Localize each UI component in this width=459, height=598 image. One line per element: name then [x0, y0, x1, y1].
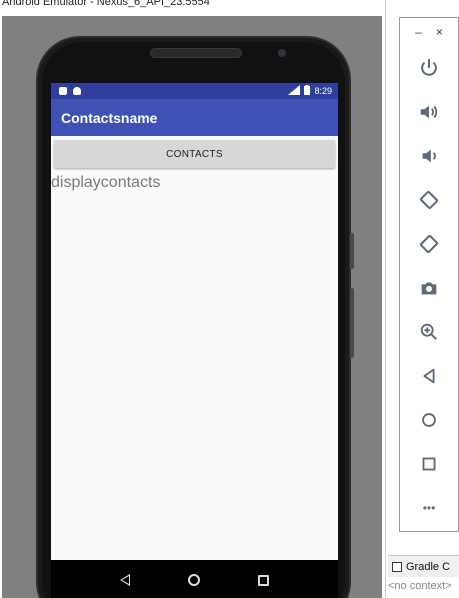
device-screen: 8:29 Contactsname CONTACTS displaycontac…: [51, 83, 338, 560]
app-bar: Contactsname: [51, 99, 338, 136]
rotate-left-icon[interactable]: [409, 178, 449, 222]
home-icon[interactable]: [409, 398, 449, 442]
tool-panel-header: – ×: [400, 18, 458, 46]
back-icon[interactable]: [409, 354, 449, 398]
overview-icon[interactable]: [409, 442, 449, 486]
emulator-window: Android Emulator - Nexus_6_API_23:5554 8…: [0, 0, 386, 598]
contacts-button[interactable]: CONTACTS: [54, 140, 335, 168]
notification-sd-icon: [59, 87, 67, 95]
emulator-tool-panel: – × •••: [399, 17, 459, 532]
phone-volume-button: [350, 288, 354, 358]
nav-back-icon[interactable]: [120, 574, 130, 586]
power-icon[interactable]: [409, 46, 449, 90]
notification-android-icon: [73, 87, 81, 95]
more-icon[interactable]: •••: [409, 486, 449, 530]
volume-down-icon[interactable]: [409, 134, 449, 178]
phone-frame: 8:29 Contactsname CONTACTS displaycontac…: [36, 36, 354, 598]
nav-home-icon[interactable]: [188, 574, 200, 586]
lte-signal-icon: [288, 85, 301, 97]
volume-up-icon[interactable]: [409, 90, 449, 134]
gradle-icon: [392, 561, 402, 572]
close-button[interactable]: ×: [436, 25, 443, 39]
display-contacts-text: displaycontacts: [51, 174, 161, 191]
front-camera: [278, 49, 286, 57]
nav-recents-icon[interactable]: [258, 574, 269, 586]
minimize-button[interactable]: –: [415, 25, 422, 39]
window-title: Android Emulator - Nexus_6_API_23:5554: [2, 0, 210, 8]
emulator-canvas: 8:29 Contactsname CONTACTS displaycontac…: [2, 16, 382, 598]
app-title: Contactsname: [61, 109, 158, 126]
gradle-tab-label: Gradle C: [406, 560, 451, 573]
rotate-right-icon[interactable]: [409, 222, 449, 266]
status-time: 8:29: [314, 86, 332, 96]
no-context-label: <no context>: [388, 580, 452, 592]
status-bar: 8:29: [51, 83, 338, 99]
gradle-tab[interactable]: Gradle C: [388, 555, 459, 577]
top-speaker: [150, 48, 242, 58]
desktop: Android Emulator - Nexus_6_API_23:5554 8…: [0, 0, 459, 598]
zoom-icon[interactable]: [409, 310, 449, 354]
phone-side-button: [350, 233, 354, 269]
nav-bar: [51, 560, 338, 598]
battery-icon: [304, 85, 311, 97]
camera-icon[interactable]: [409, 266, 449, 310]
